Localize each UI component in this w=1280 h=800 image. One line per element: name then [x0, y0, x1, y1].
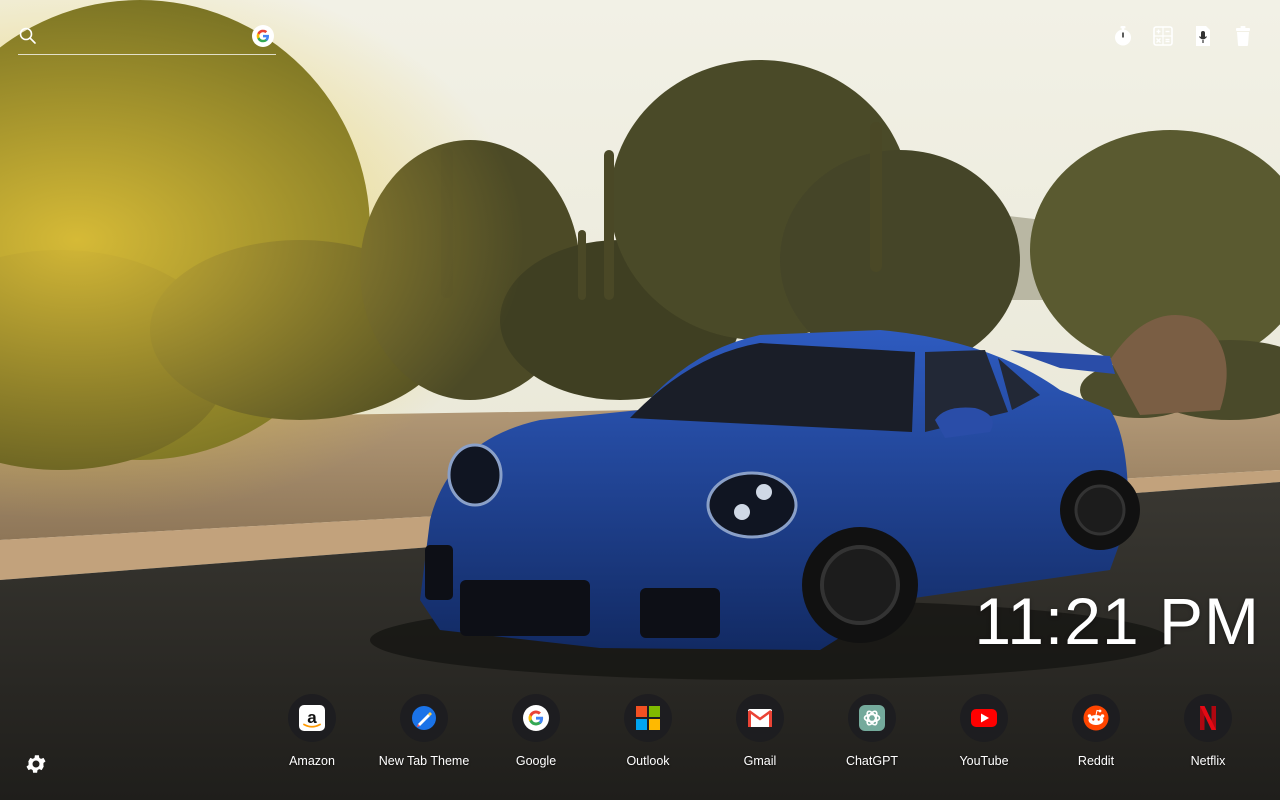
- top-toolbar: [1112, 24, 1254, 48]
- google-icon[interactable]: [512, 694, 560, 742]
- shortcut-google[interactable]: Google: [480, 694, 592, 768]
- wallpaper-background: [0, 0, 1280, 800]
- shortcut-label: Amazon: [289, 754, 335, 768]
- search-bar[interactable]: [18, 24, 276, 55]
- timer-icon[interactable]: [1112, 24, 1134, 48]
- new-tab-theme-icon[interactable]: [400, 694, 448, 742]
- reddit-icon[interactable]: [1072, 694, 1120, 742]
- shortcut-outlook[interactable]: Outlook: [592, 694, 704, 768]
- svg-text:a: a: [307, 708, 317, 727]
- trash-icon[interactable]: [1232, 24, 1254, 48]
- shortcut-netflix[interactable]: Netflix: [1152, 694, 1264, 768]
- shortcut-reddit[interactable]: Reddit: [1040, 694, 1152, 768]
- shortcut-gmail[interactable]: Gmail: [704, 694, 816, 768]
- search-input[interactable]: [48, 28, 242, 50]
- chatgpt-icon[interactable]: [848, 694, 896, 742]
- shortcuts-bar: a Amazon New Tab Theme Google Outlook Gm: [256, 694, 1264, 768]
- shortcut-label: ChatGPT: [845, 754, 899, 768]
- shortcut-label: YouTube: [959, 754, 1009, 768]
- shortcut-label: Netflix: [1190, 754, 1226, 768]
- shortcut-chatgpt[interactable]: ChatGPT: [816, 694, 928, 768]
- shortcut-label: Gmail: [743, 754, 777, 768]
- google-search-engine-icon[interactable]: [252, 25, 274, 47]
- clock-time: 11:21 PM: [974, 584, 1260, 658]
- shortcut-label: New Tab Theme: [378, 754, 470, 768]
- shortcut-label: Google: [515, 754, 557, 768]
- settings-gear-icon[interactable]: [24, 752, 48, 776]
- search-icon[interactable]: [18, 26, 38, 46]
- shortcut-youtube[interactable]: YouTube: [928, 694, 1040, 768]
- gmail-icon[interactable]: [736, 694, 784, 742]
- netflix-icon[interactable]: [1184, 694, 1232, 742]
- calculator-icon[interactable]: [1152, 24, 1174, 48]
- outlook-icon[interactable]: [624, 694, 672, 742]
- dictation-icon[interactable]: [1192, 24, 1214, 48]
- shortcut-amazon[interactable]: a Amazon: [256, 694, 368, 768]
- shortcut-label: Reddit: [1077, 754, 1115, 768]
- shortcut-label: Outlook: [626, 754, 670, 768]
- youtube-icon[interactable]: [960, 694, 1008, 742]
- amazon-icon[interactable]: a: [288, 694, 336, 742]
- shortcut-new-tab-theme[interactable]: New Tab Theme: [368, 694, 480, 768]
